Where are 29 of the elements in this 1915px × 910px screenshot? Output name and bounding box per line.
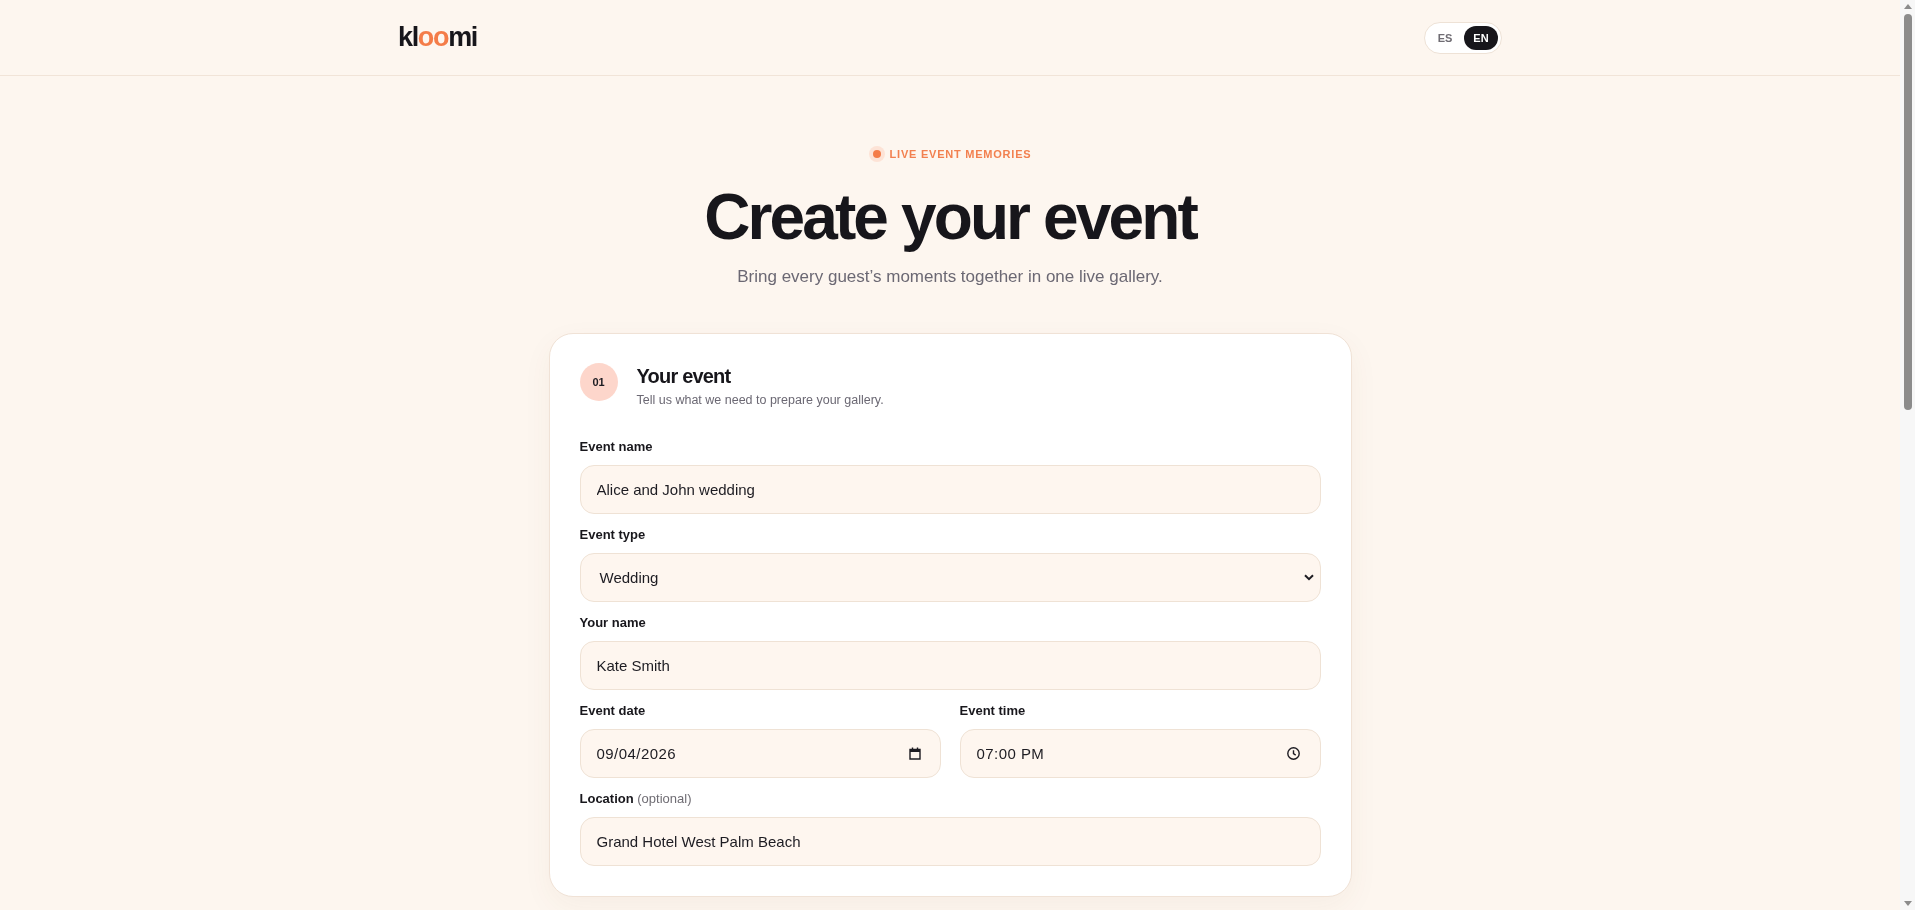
scrollbar[interactable] xyxy=(1900,0,1915,910)
page-title: Create your event xyxy=(704,182,1196,252)
clock-icon[interactable] xyxy=(1286,747,1300,760)
language-button[interactable]: EN xyxy=(1464,25,1498,50)
section-title: Your event xyxy=(636,364,731,389)
scroll-down-icon[interactable] xyxy=(1903,901,1912,906)
dropdown-field[interactable]: Wedding xyxy=(579,553,1321,602)
page-subtitle: Bring every guest’s moments together in one live gallery. xyxy=(737,266,1163,288)
chevron-down-icon[interactable] xyxy=(1303,574,1314,581)
language-button[interactable]: ES xyxy=(1428,25,1462,50)
logo[interactable]: kloomi xyxy=(398,24,477,51)
field-label: Location (optional) xyxy=(579,790,692,807)
text-field[interactable]: Grand Hotel West Palm Beach xyxy=(579,817,1321,866)
field-label: Event type xyxy=(579,526,646,543)
eyebrow-label: LIVE EVENT MEMORIES xyxy=(889,148,1032,160)
text-field[interactable]: Kate Smith xyxy=(579,641,1321,690)
text-field[interactable]: Alice and John wedding xyxy=(579,465,1321,514)
live-dot-icon xyxy=(868,146,885,162)
step-number: 01 xyxy=(579,363,618,401)
scrollbar-thumb[interactable] xyxy=(1903,14,1912,410)
field-label: Event date xyxy=(579,702,646,719)
field-label: Event time xyxy=(959,702,1026,719)
section-description: Tell us what we need to prepare your gallery. xyxy=(636,392,884,409)
calendar-icon[interactable] xyxy=(908,747,921,760)
field-label: Event name xyxy=(579,438,653,455)
scroll-up-icon[interactable] xyxy=(1903,4,1912,9)
date-field[interactable]: 09/04/2026 xyxy=(579,729,941,778)
time-field[interactable]: 07:00 PM xyxy=(959,729,1321,778)
field-label: Your name xyxy=(579,614,646,631)
